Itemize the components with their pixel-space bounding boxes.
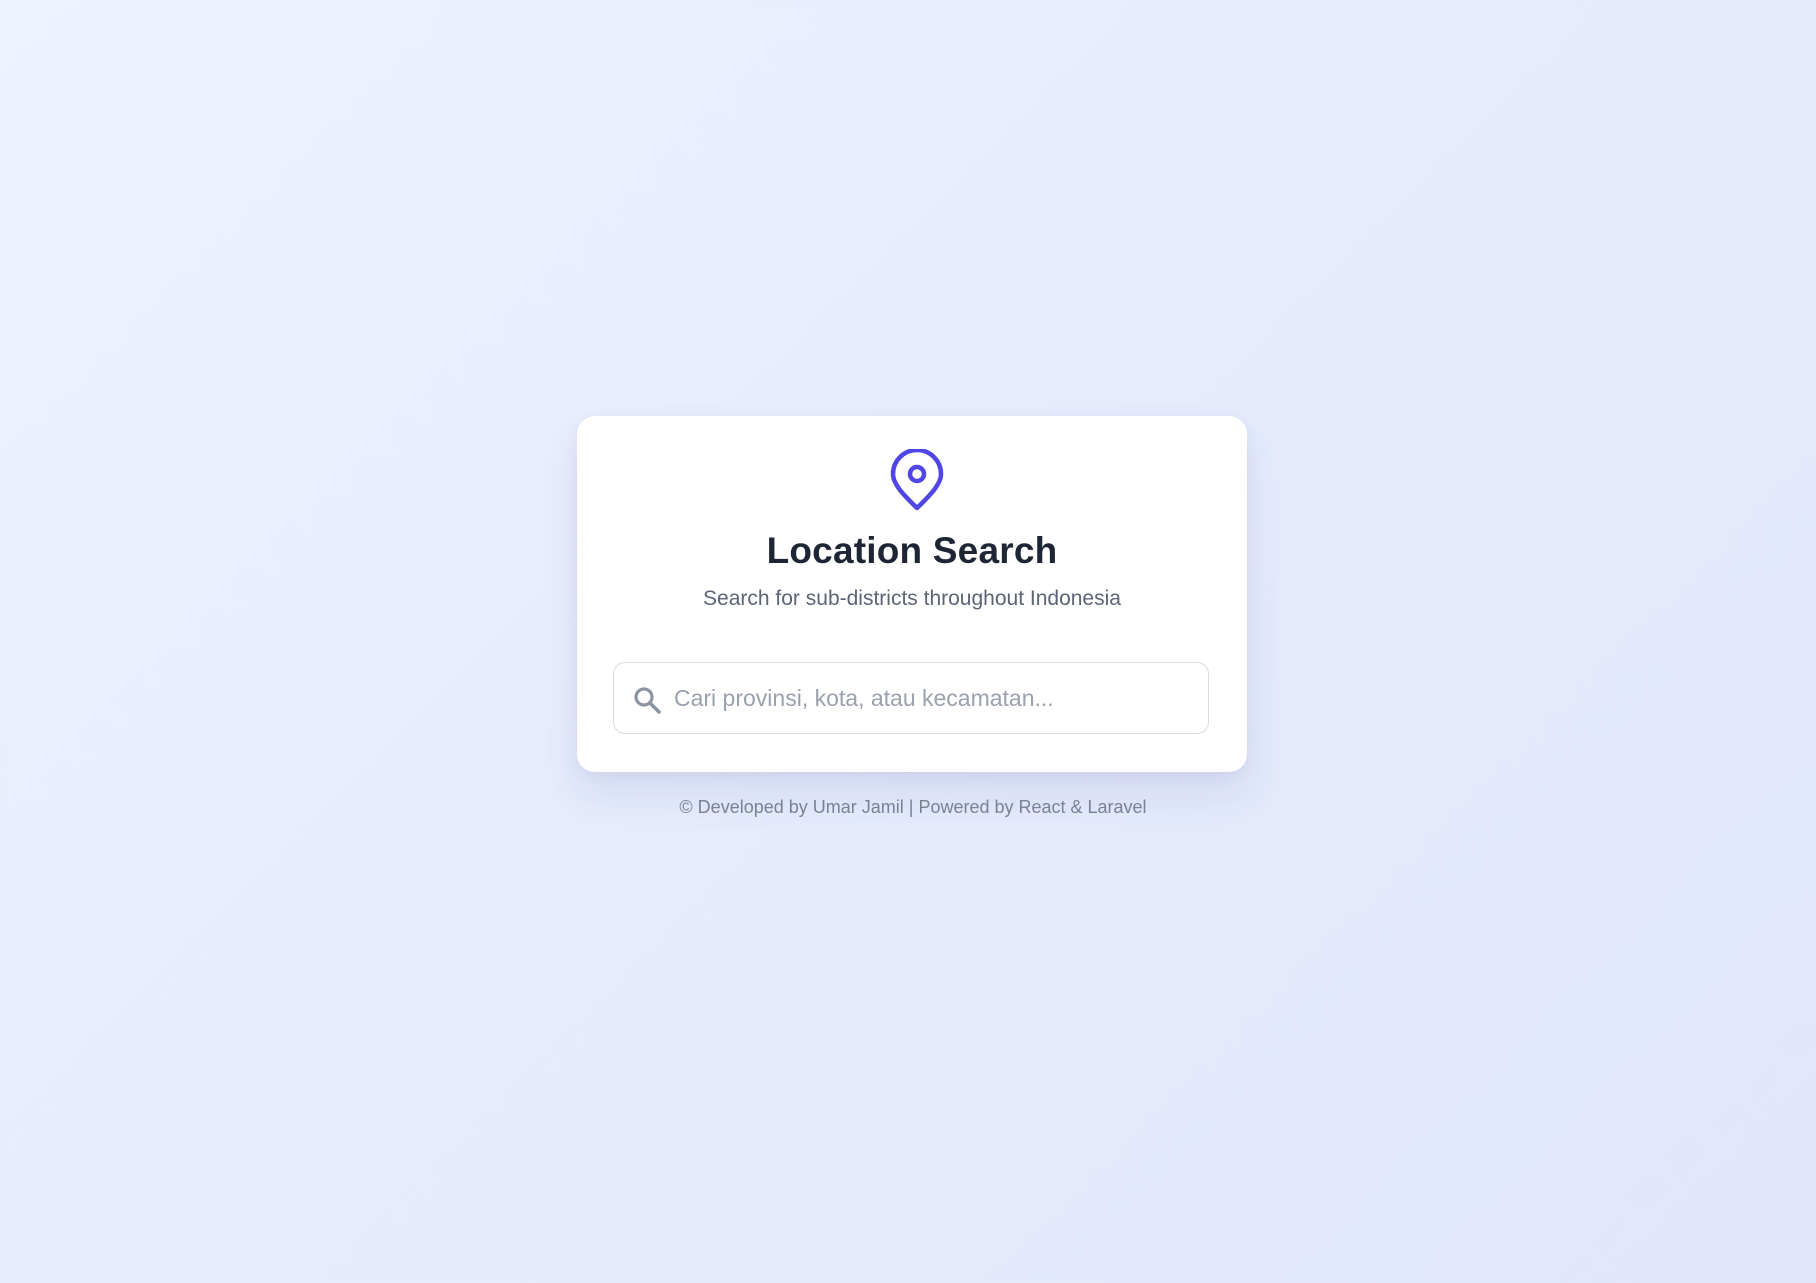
search-icon — [634, 687, 661, 714]
search-box[interactable] — [613, 662, 1209, 734]
page-subtitle: Search for sub-districts throughout Indo… — [703, 587, 1121, 610]
footer-credits: © Developed by Umar Jamil | Powered by R… — [679, 797, 1147, 817]
location-search-card: Location Search Search for sub-districts… — [577, 416, 1247, 772]
page-title: Location Search — [766, 530, 1058, 571]
search-input[interactable] — [674, 663, 1194, 733]
map-pin-icon — [890, 449, 944, 511]
